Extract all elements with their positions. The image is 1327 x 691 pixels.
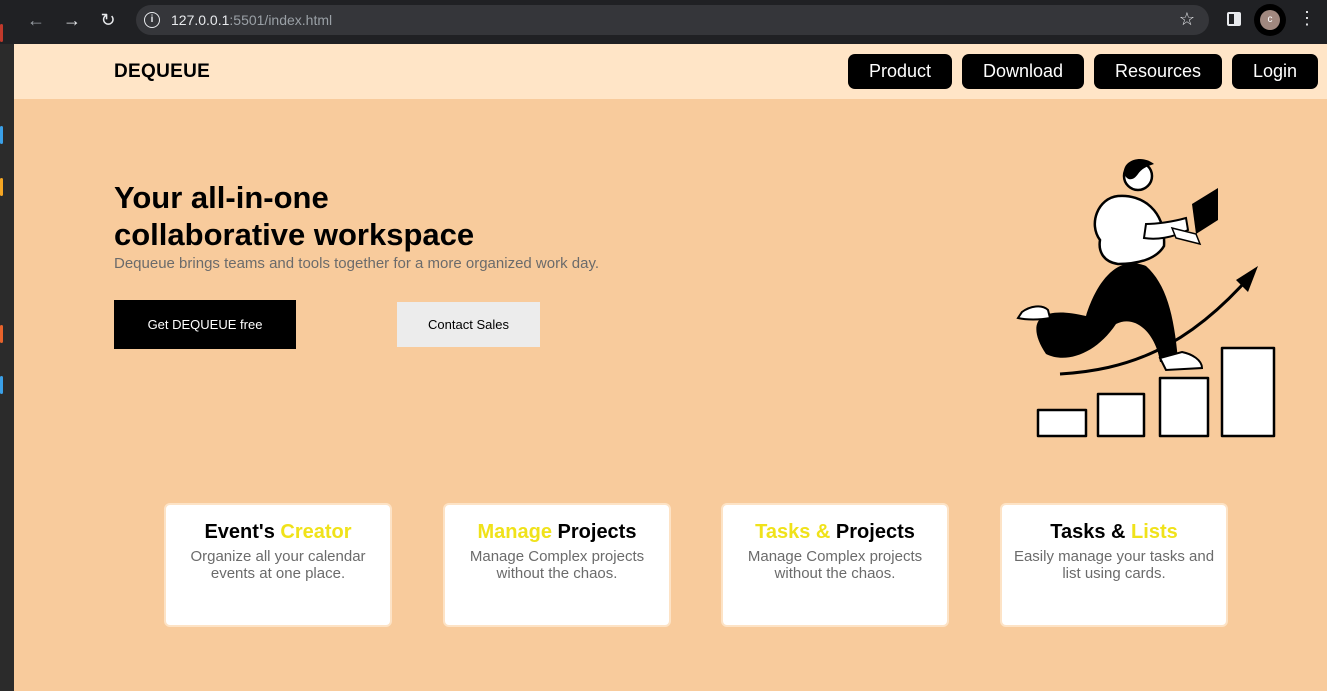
side-panel-icon[interactable] — [1227, 12, 1241, 26]
card-description: Manage Complex projects without the chao… — [747, 548, 923, 582]
bar-2 — [1096, 392, 1146, 438]
card-description: Manage Complex projects without the chao… — [469, 548, 645, 582]
avatar: c — [1260, 10, 1280, 30]
site-header: DEQUEUE Product Download Resources Login — [14, 44, 1327, 99]
contact-sales-button[interactable]: Contact Sales — [397, 302, 540, 347]
card-title: Manage Projects — [477, 521, 637, 543]
nav-login-button[interactable]: Login — [1232, 54, 1318, 89]
growth-illustration — [1016, 159, 1276, 438]
get-dequeue-free-button[interactable]: Get DEQUEUE free — [114, 300, 296, 349]
forward-arrow-icon[interactable]: → — [60, 8, 84, 32]
url-text: 127.0.0.1:5501/index.html — [171, 12, 333, 28]
bar-3 — [1158, 376, 1210, 438]
nav-resources-button[interactable]: Resources — [1094, 54, 1222, 89]
bar-1 — [1036, 408, 1088, 438]
feature-card-manage-projects[interactable]: Manage Projects Manage Complex projects … — [443, 503, 671, 627]
hero-subtitle: Dequeue brings teams and tools together … — [114, 255, 599, 272]
card-title: Tasks & Projects — [755, 521, 915, 543]
browser-toolbar: ← → ↻ i 127.0.0.1:5501/index.html ☆ c ⋮ — [0, 0, 1327, 44]
card-title: Event's Creator — [204, 521, 352, 543]
site-logo[interactable]: DEQUEUE — [114, 61, 210, 83]
bar-4 — [1220, 346, 1276, 438]
card-description: Organize all your calendar events at one… — [190, 548, 366, 582]
kebab-menu-icon[interactable]: ⋮ — [1298, 8, 1316, 29]
reload-icon[interactable]: ↻ — [96, 8, 120, 32]
feature-card-events[interactable]: Event's Creator Organize all your calend… — [164, 503, 392, 627]
bookmark-star-icon[interactable]: ☆ — [1179, 9, 1195, 30]
hero-title: Your all-in-one collaborative workspace — [114, 180, 475, 252]
nav-download-button[interactable]: Download — [962, 54, 1084, 89]
feature-card-tasks-projects[interactable]: Tasks & Projects Manage Complex projects… — [721, 503, 949, 627]
nav-product-button[interactable]: Product — [848, 54, 952, 89]
card-description: Easily manage your tasks and list using … — [1013, 548, 1215, 582]
web-page: DEQUEUE Product Download Resources Login… — [14, 44, 1327, 691]
address-bar[interactable]: i 127.0.0.1:5501/index.html ☆ — [136, 5, 1209, 35]
back-arrow-icon[interactable]: ← — [24, 8, 48, 32]
os-dock — [0, 24, 14, 691]
feature-card-tasks-lists[interactable]: Tasks & Lists Easily manage your tasks a… — [1000, 503, 1228, 627]
profile-button[interactable]: c — [1254, 4, 1286, 36]
card-title: Tasks & Lists — [1050, 521, 1178, 543]
site-info-icon[interactable]: i — [144, 12, 160, 28]
